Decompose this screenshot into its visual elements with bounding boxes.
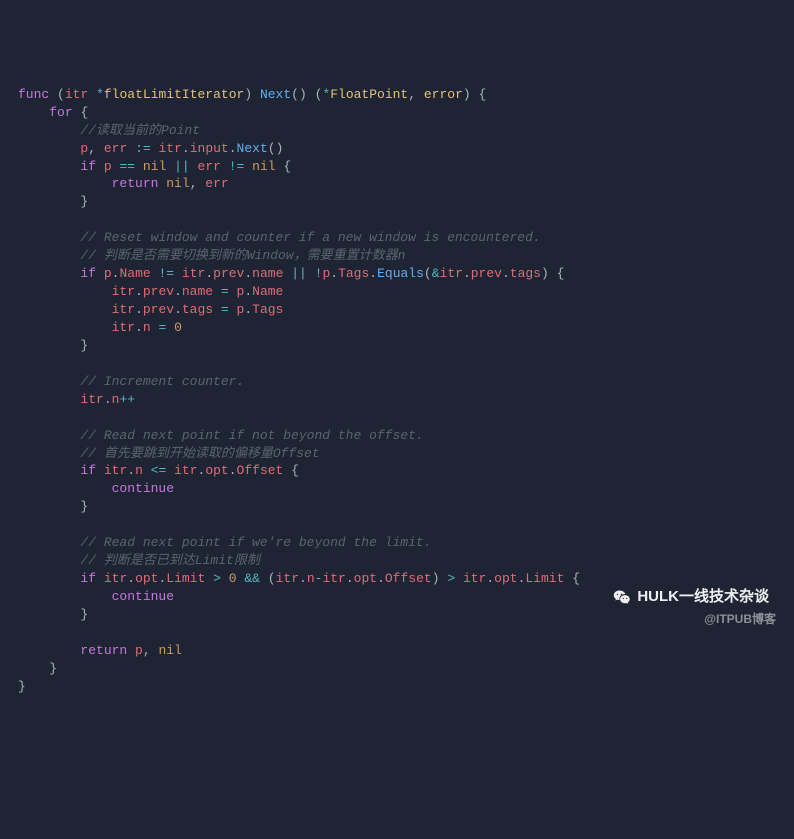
comment: // 首先要跳到开始读取的偏移量Offset bbox=[80, 446, 319, 461]
comment: // Read next point if not beyond the off… bbox=[80, 428, 423, 443]
type-error: error bbox=[424, 87, 463, 102]
kw-func: func bbox=[18, 87, 49, 102]
type-float: FloatPoint bbox=[330, 87, 408, 102]
comment: // Read next point if we're beyond the l… bbox=[80, 535, 431, 550]
comment: // Reset window and counter if a new win… bbox=[80, 230, 540, 245]
type-fli: floatLimitIterator bbox=[104, 87, 244, 102]
id-itr: itr bbox=[65, 87, 88, 102]
kw-for: for bbox=[49, 105, 72, 120]
wechat-icon bbox=[613, 589, 631, 607]
op-star: * bbox=[96, 87, 104, 102]
comment: // 判断是否需要切换到新的Window，需要重置计数器n bbox=[80, 248, 405, 263]
comment: //读取当前的Point bbox=[80, 123, 200, 138]
watermark-hulk: HULK一线技术杂谈 bbox=[613, 587, 769, 608]
comment: // Increment counter. bbox=[80, 374, 244, 389]
comment: // 判断是否已到达Limit限制 bbox=[80, 553, 259, 568]
fn-next: Next bbox=[260, 87, 291, 102]
watermark-hulk-text: HULK一线技术杂谈 bbox=[637, 587, 769, 608]
watermark-itpub: @ITPUB博客 bbox=[704, 611, 776, 628]
